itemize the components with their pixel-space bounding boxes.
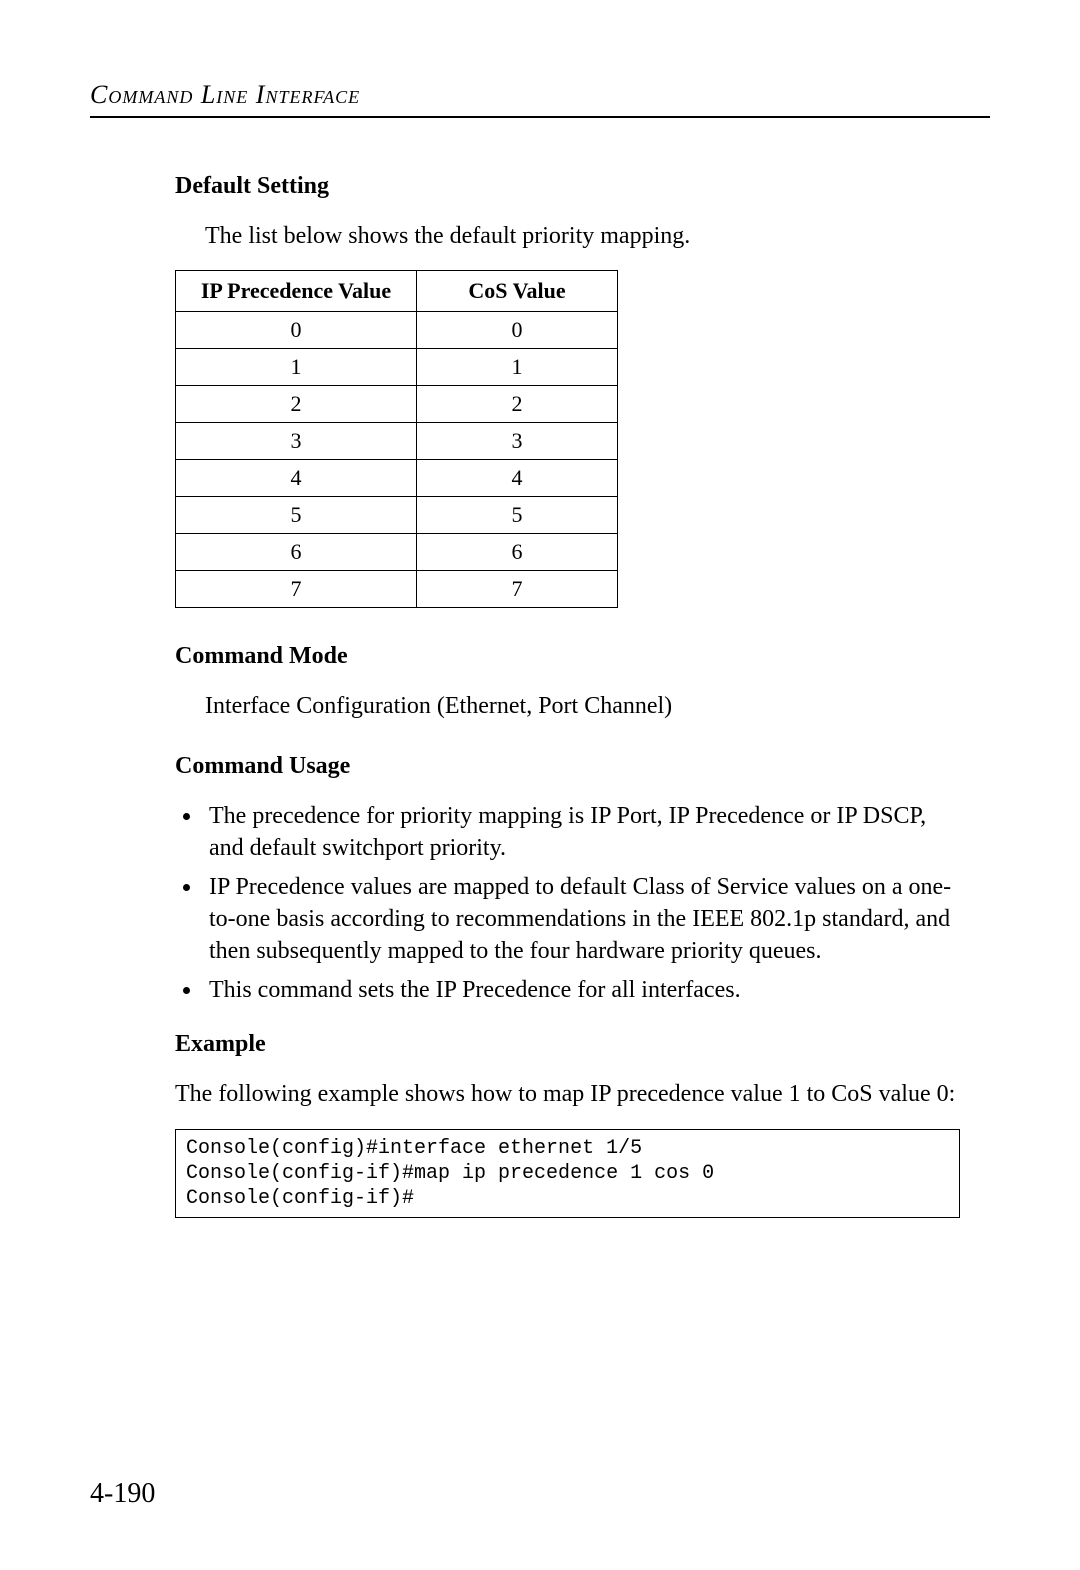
command-mode-text: Interface Configuration (Ethernet, Port … <box>205 690 960 722</box>
heading-command-usage: Command Usage <box>175 753 960 780</box>
table-row: 6 6 <box>176 534 618 571</box>
table-row: 4 4 <box>176 460 618 497</box>
page-number: 4-190 <box>90 1478 155 1510</box>
table-row: 7 7 <box>176 571 618 608</box>
cell-ip: 7 <box>176 571 417 608</box>
cell-ip: 1 <box>176 349 417 386</box>
cell-cos: 5 <box>417 497 618 534</box>
heading-default-setting: Default Setting <box>175 173 960 200</box>
content-area: Default Setting The list below shows the… <box>175 173 960 1218</box>
table-row: 5 5 <box>176 497 618 534</box>
example-code: Console(config)#interface ethernet 1/5 C… <box>175 1129 960 1218</box>
table-header-row: IP Precedence Value CoS Value <box>176 271 618 312</box>
cell-cos: 1 <box>417 349 618 386</box>
header-rule <box>90 116 990 118</box>
table-row: 2 2 <box>176 386 618 423</box>
cell-cos: 6 <box>417 534 618 571</box>
priority-mapping-table: IP Precedence Value CoS Value 0 0 1 1 2 … <box>175 270 618 608</box>
cell-ip: 6 <box>176 534 417 571</box>
cell-ip: 5 <box>176 497 417 534</box>
heading-example: Example <box>175 1031 960 1058</box>
cell-cos: 7 <box>417 571 618 608</box>
page: Command Line Interface Default Setting T… <box>0 0 1080 1570</box>
table-row: 1 1 <box>176 349 618 386</box>
table-header-cos: CoS Value <box>417 271 618 312</box>
table-row: 0 0 <box>176 312 618 349</box>
example-intro: The following example shows how to map I… <box>175 1078 960 1110</box>
list-item: This command sets the IP Precedence for … <box>203 974 960 1006</box>
cell-ip: 4 <box>176 460 417 497</box>
cell-ip: 0 <box>176 312 417 349</box>
cell-cos: 0 <box>417 312 618 349</box>
cell-cos: 3 <box>417 423 618 460</box>
command-usage-list: The precedence for priority mapping is I… <box>175 800 960 1006</box>
cell-cos: 2 <box>417 386 618 423</box>
table-row: 3 3 <box>176 423 618 460</box>
table-header-ip: IP Precedence Value <box>176 271 417 312</box>
list-item: The precedence for priority mapping is I… <box>203 800 960 865</box>
default-setting-intro: The list below shows the default priorit… <box>205 220 960 252</box>
list-item: IP Precedence values are mapped to defau… <box>203 871 960 968</box>
cell-ip: 2 <box>176 386 417 423</box>
heading-command-mode: Command Mode <box>175 643 960 670</box>
page-header-title: Command Line Interface <box>90 80 990 110</box>
cell-cos: 4 <box>417 460 618 497</box>
cell-ip: 3 <box>176 423 417 460</box>
